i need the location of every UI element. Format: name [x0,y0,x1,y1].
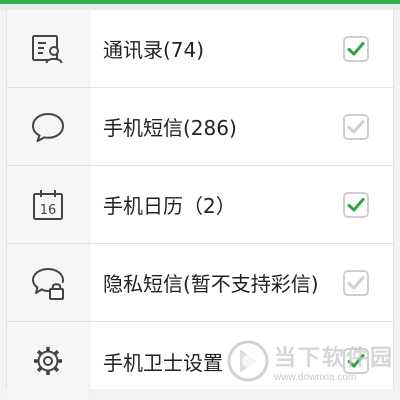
watermark-url: www.downxia.com [273,371,357,383]
list-item-calendar[interactable]: 16 手机日历（2） [7,166,393,244]
include-checkbox[interactable] [343,35,369,62]
checkmark-icon [347,119,365,133]
gear-icon [34,347,62,375]
calendar-day-text: 16 [40,203,57,218]
include-checkbox-disabled [343,113,369,140]
icon-column [7,244,90,321]
icon-column [7,322,90,400]
top-bar [0,0,400,10]
site-logo-icon [227,340,269,382]
checkmark-icon [347,41,365,55]
calendar-icon: 16 [33,189,63,220]
watermark-title: 当下软件园 [273,345,394,371]
top-accent-line [0,0,400,4]
checkmark-icon [347,275,365,289]
list-item-sms[interactable]: 手机短信(286) [7,88,393,166]
list-item-private-sms[interactable]: 隐私短信(暂不支持彩信) [7,244,393,322]
include-checkbox-disabled [343,269,369,296]
contacts-card-icon [32,34,63,63]
item-label: 手机短信(286) [103,116,237,140]
backup-item-list: 通讯录(74) 手机短信(286) 16 手机日历（2） 隐私短信(暂不支持彩信… [6,10,394,400]
item-label: 手机卫士设置 [103,350,223,375]
item-label: 隐私短信(暂不支持彩信) [103,272,319,296]
site-watermark: 当下软件园 www.downxia.com [226,339,394,383]
item-label: 手机日历（2） [103,194,236,218]
icon-column [7,10,90,87]
icon-column: 16 [7,166,90,243]
icon-column [7,88,90,165]
speech-bubble-icon [32,112,64,142]
private-message-lock-icon [32,267,64,300]
list-item-contacts[interactable]: 通讯录(74) [7,10,393,88]
include-checkbox[interactable] [343,191,369,218]
checkmark-icon [347,197,365,211]
item-label: 通讯录(74) [103,38,205,62]
